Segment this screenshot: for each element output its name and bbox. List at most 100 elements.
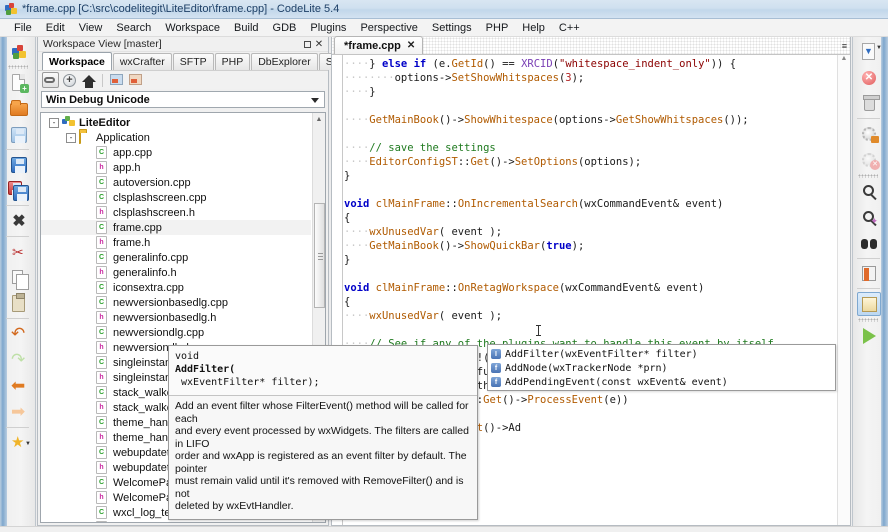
autocomplete-popup[interactable]: I AddFilter(wxEventFilter* filter) f Add…	[487, 344, 836, 391]
add-project-icon[interactable]: +	[61, 72, 78, 88]
menu-plugins[interactable]: Plugins	[303, 20, 353, 36]
redo-icon[interactable]: ↷	[6, 347, 32, 373]
save-all-icon[interactable]	[6, 178, 32, 204]
cpp-file-icon: C	[96, 281, 109, 294]
tree-item-app-h[interactable]: h app.h	[41, 160, 311, 175]
new-workspace-icon[interactable]	[6, 39, 32, 65]
open-resource-icon[interactable]	[856, 261, 882, 287]
undo-icon[interactable]: ↶	[6, 321, 32, 347]
build-stop-icon[interactable]: ✕	[856, 147, 882, 173]
workspace-settings-icon[interactable]	[127, 72, 144, 88]
code-line: ····} else if (e.GetId() == XRCID("white…	[344, 58, 737, 70]
menu-cpp[interactable]: C++	[552, 20, 587, 36]
tree-item-frame-cpp[interactable]: Cframe.cpp	[41, 220, 311, 235]
run-icon[interactable]	[856, 323, 882, 349]
tree-item-generalinfo-h[interactable]: h generalinfo.h	[41, 265, 311, 280]
close-pane-button[interactable]: ✕	[313, 38, 325, 50]
menu-settings[interactable]: Settings	[425, 20, 479, 36]
tab-php[interactable]: PHP	[214, 53, 251, 70]
close-icon[interactable]: ✖	[6, 209, 32, 235]
menu-help[interactable]: Help	[515, 20, 552, 36]
scrollbar-thumb[interactable]	[314, 203, 325, 308]
tree-item-application[interactable]: - Application	[41, 130, 311, 145]
tree-item-iconsextra-cpp[interactable]: Ciconsextra.cpp	[41, 280, 311, 295]
collapse-all-icon[interactable]	[80, 72, 97, 88]
autocomplete-item[interactable]: I AddFilter(wxEventFilter* filter)	[488, 347, 835, 361]
tree-item-frame-h[interactable]: h frame.h	[41, 235, 311, 250]
menu-edit[interactable]: Edit	[39, 20, 72, 36]
clean-icon[interactable]	[856, 91, 882, 117]
tree-item-label: clsplashscreen.h	[113, 206, 195, 219]
tree-item-label: clsplashscreen.cpp	[113, 191, 207, 204]
toolbar-separator-dots	[8, 65, 28, 69]
calltip-sig-line: wxEventFilter* filter);	[175, 377, 320, 388]
right-toolbar: ▼ ✕ ✕ ✦	[852, 37, 888, 526]
cut-icon[interactable]: ✂	[6, 239, 32, 265]
forward-icon[interactable]: ➡	[6, 399, 32, 425]
tab-sftp[interactable]: SFTP	[172, 53, 214, 70]
back-icon[interactable]: ⬅	[6, 373, 32, 399]
paste-icon[interactable]	[6, 291, 32, 317]
download-icon[interactable]: ▼	[856, 39, 882, 65]
tree-item-wxcl-log-text-ctrl-h[interactable]: h wxcl_log_text_ctrl.h	[41, 520, 311, 523]
stop-icon[interactable]: ✕	[856, 65, 882, 91]
tree-item-clsplashscreen-cpp[interactable]: Cclsplashscreen.cpp	[41, 190, 311, 205]
tree-item-app-cpp[interactable]: Capp.cpp	[41, 145, 311, 160]
h-file-icon: h	[96, 401, 109, 414]
link-editor-icon[interactable]	[42, 72, 59, 88]
project-settings-icon[interactable]	[108, 72, 125, 88]
tab-workspace[interactable]: Workspace	[42, 52, 112, 70]
tree-item-label: wxcl_log_text_ctrl.h	[113, 522, 209, 523]
find-replace-icon[interactable]: ✦	[856, 205, 882, 231]
reload-file-icon[interactable]	[6, 122, 32, 148]
tabs-overflow-icon[interactable]: ≡	[842, 41, 847, 51]
code-line: ········options->SetShowWhitspaces(3);	[344, 72, 585, 84]
bookmark-icon[interactable]: ★ ▼	[6, 430, 32, 456]
menu-perspective[interactable]: Perspective	[353, 20, 424, 36]
copy-icon[interactable]	[6, 265, 32, 291]
tree-item-newversionbasedlg-h[interactable]: h newversionbasedlg.h	[41, 310, 311, 325]
close-icon[interactable]: ✕	[407, 40, 415, 51]
tree-item-label: app.h	[113, 161, 141, 174]
find-icon[interactable]	[856, 179, 882, 205]
menu-view[interactable]: View	[72, 20, 110, 36]
find-in-files-icon[interactable]	[856, 231, 882, 257]
tree-expander[interactable]: -	[49, 117, 59, 128]
build-active-project-icon[interactable]	[856, 291, 882, 317]
autocomplete-item[interactable]: f AddNode(wxTrackerNode *prn)	[488, 361, 835, 375]
tree-item-liteeditor[interactable]: - LiteEditor	[41, 115, 311, 130]
float-pane-button[interactable]	[301, 38, 313, 50]
menu-php[interactable]: PHP	[479, 20, 516, 36]
function-calltip: void AddFilter( wxEventFilter* filter); …	[168, 345, 478, 520]
menu-build[interactable]: Build	[227, 20, 265, 36]
new-file-icon[interactable]: +	[6, 70, 32, 96]
build-settings-icon[interactable]	[856, 121, 882, 147]
menu-file[interactable]: File	[7, 20, 39, 36]
editor-tab-frame-cpp[interactable]: *frame.cpp ✕	[334, 36, 424, 54]
open-file-icon[interactable]	[6, 96, 32, 122]
build-configuration-select[interactable]: Win Debug Unicode	[41, 91, 325, 108]
tree-item-generalinfo-cpp[interactable]: Cgeneralinfo.cpp	[41, 250, 311, 265]
tree-item-newversionbasedlg-cpp[interactable]: Cnewversionbasedlg.cpp	[41, 295, 311, 310]
text-cursor	[536, 325, 541, 336]
tree-expander[interactable]: -	[66, 132, 76, 143]
tab-dbexplorer[interactable]: DbExplorer	[251, 53, 318, 70]
scroll-up-button[interactable]: ▲	[313, 113, 325, 125]
menubar[interactable]: File Edit View Search Workspace Build GD…	[0, 19, 888, 37]
editor-vertical-scrollbar[interactable]: ▲	[837, 55, 850, 525]
toolbar-separator	[6, 318, 29, 319]
tab-wxcrafter[interactable]: wxCrafter	[112, 53, 172, 70]
autocomplete-item[interactable]: f AddPendingEvent(const wxEvent& event)	[488, 375, 835, 389]
scroll-up-button[interactable]: ▲	[838, 55, 850, 67]
menu-search[interactable]: Search	[109, 20, 158, 36]
toolbar-drag-handle-right[interactable]	[881, 37, 888, 526]
tree-item-label: frame.cpp	[113, 221, 162, 234]
menu-workspace[interactable]: Workspace	[158, 20, 227, 36]
menu-gdb[interactable]: GDB	[266, 20, 304, 36]
h-file-icon: h	[96, 161, 109, 174]
toolbar-separator	[857, 258, 880, 259]
tree-item-autoversion-cpp[interactable]: Cautoversion.cpp	[41, 175, 311, 190]
tree-item-newversiondlg-cpp[interactable]: Cnewversiondlg.cpp	[41, 325, 311, 340]
tree-item-clsplashscreen-h[interactable]: h clsplashscreen.h	[41, 205, 311, 220]
save-icon[interactable]	[6, 152, 32, 178]
